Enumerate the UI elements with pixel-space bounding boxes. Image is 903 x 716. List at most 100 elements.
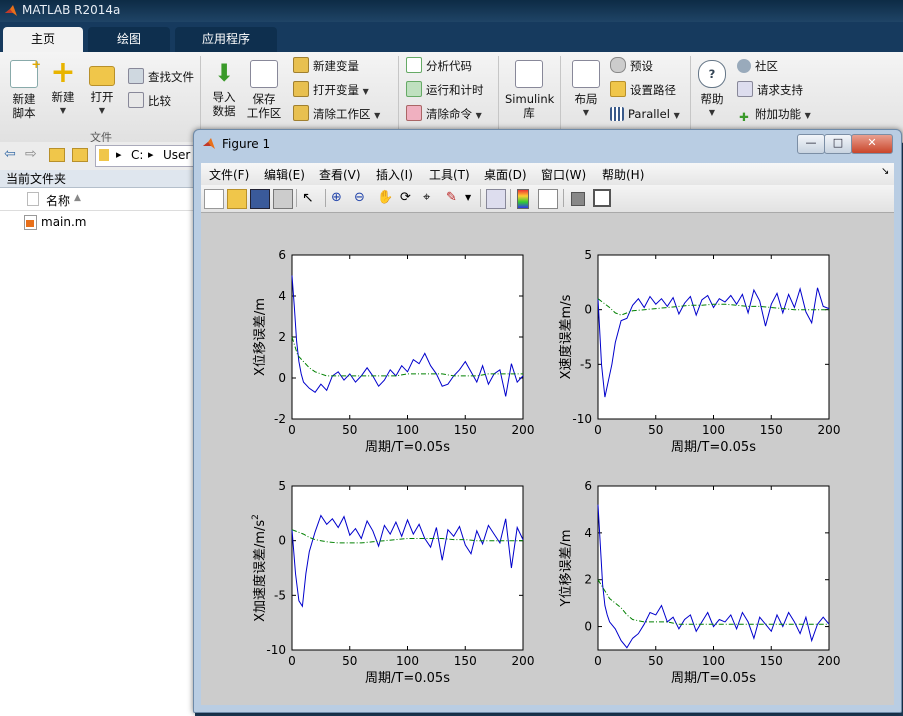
file-type-column[interactable] [27, 192, 39, 206]
path-drive[interactable]: C: [131, 148, 143, 162]
list-item[interactable]: main.m [0, 214, 195, 232]
save-workspace-button[interactable]: 保存 工作区 [244, 60, 284, 120]
y-tick-label: 0 [278, 534, 286, 548]
path-field[interactable]: ▸ C: ▸ User [95, 145, 197, 167]
new-button[interactable]: + 新建 ▼ [43, 55, 83, 118]
y-tick-label: 6 [278, 248, 286, 262]
clear-workspace-button[interactable]: 清除工作区 ▼ [293, 105, 380, 123]
x-tick-label: 100 [702, 423, 725, 437]
find-files-button[interactable]: 查找文件 [128, 68, 194, 86]
show-plot-tools-icon[interactable] [593, 189, 611, 207]
tab-apps[interactable]: 应用程序 [175, 27, 277, 52]
toolbar-separator [325, 189, 326, 207]
menu-tools[interactable]: 工具(T) [429, 166, 470, 183]
preferences-button[interactable]: 预设 [610, 57, 653, 75]
brush-icon[interactable]: ✎ [446, 189, 464, 207]
dropdown-arrow-icon: ▼ [804, 111, 811, 120]
analyze-code-button[interactable]: 分析代码 [406, 57, 472, 75]
open-file-icon[interactable] [227, 189, 247, 209]
dropdown-arrow-icon: ▼ [374, 111, 381, 120]
y-tick-label: 0 [584, 303, 592, 317]
zoom-in-icon[interactable]: ⊕ [331, 189, 349, 207]
parallel-button[interactable]: Parallel ▼ [610, 105, 680, 123]
y-tick-label: 0 [584, 620, 592, 634]
forward-arrow-icon[interactable]: ⇨ [25, 146, 37, 162]
pointer-icon[interactable]: ↖ [302, 189, 320, 207]
up-folder-icon[interactable] [49, 148, 65, 162]
save-icon[interactable] [250, 189, 270, 209]
help-button[interactable]: ? 帮助 ▼ [692, 60, 732, 120]
print-icon[interactable] [273, 189, 293, 209]
x-tick-label: 200 [818, 423, 841, 437]
pan-hand-icon[interactable]: ✋ [377, 189, 395, 207]
analyze-code-icon [406, 57, 422, 73]
x-tick-label: 0 [594, 423, 602, 437]
y-axis-label: X速度误差m/s [558, 294, 574, 379]
minimize-button[interactable]: — [797, 134, 825, 154]
dropdown-arrow-icon: ▼ [582, 108, 590, 117]
menu-file[interactable]: 文件(F) [209, 166, 249, 183]
y-axis-label: Y位移误差/m [559, 530, 574, 608]
y-tick-label: -2 [274, 412, 286, 426]
back-arrow-icon[interactable]: ⇦ [4, 146, 16, 162]
path-user[interactable]: User [163, 148, 190, 162]
menu-insert[interactable]: 插入(I) [376, 166, 413, 183]
rotate-3d-icon[interactable]: ⟳ [400, 189, 418, 207]
y-tick-label: -10 [572, 412, 592, 426]
addons-button[interactable]: ✚ 附加功能 ▼ [737, 105, 811, 124]
window-title: MATLAB R2014a [22, 3, 121, 17]
new-figure-icon[interactable] [204, 189, 224, 209]
folder-icon [610, 81, 626, 97]
dropdown-arrow-icon: ▼ [708, 108, 716, 117]
x-axis-label: 周期/T=0.05s [365, 671, 450, 686]
request-support-button[interactable]: 请求支持 [737, 81, 803, 99]
browse-folder-icon[interactable] [72, 148, 88, 162]
tab-plots[interactable]: 绘图 [88, 27, 170, 52]
name-column-header[interactable]: 名称 [46, 192, 70, 209]
x-tick-label: 200 [512, 654, 535, 668]
open-variable-button[interactable]: 打开变量 ▼ [293, 81, 369, 99]
dropdown-arrow-icon[interactable]: ▼ [465, 193, 471, 202]
y-tick-label: 4 [278, 289, 286, 303]
dropdown-arrow-icon: ▼ [59, 106, 67, 115]
plus-icon: + [50, 55, 76, 90]
x-tick-label: 150 [760, 654, 783, 668]
hide-plot-tools-icon[interactable] [571, 192, 585, 206]
ribbon-separator [498, 56, 499, 130]
folder-icon [99, 149, 109, 161]
subplot-3: 0 50 100 150 200 -10 -5 0 5 周期/T=0.05s X加速度误差/m/s2 [251, 479, 534, 686]
clear-commands-icon [406, 105, 422, 121]
close-button[interactable]: ✕ [851, 134, 893, 154]
tab-home[interactable]: 主页 [3, 27, 83, 52]
legend-icon[interactable] [538, 189, 558, 209]
data-cursor-icon[interactable]: ⌖ [423, 189, 441, 207]
help-icon: ? [698, 60, 726, 88]
clear-commands-button[interactable]: 清除命令 ▼ [406, 105, 482, 123]
run-time-button[interactable]: 运行和计时 [406, 81, 484, 99]
matlab-logo-icon [5, 5, 17, 16]
dock-arrow-icon[interactable]: ↘ [881, 166, 889, 177]
path-separator: ▸ [116, 148, 122, 161]
simulink-library-button[interactable]: Simulink 库 [505, 60, 554, 120]
menu-view[interactable]: 查看(V) [319, 166, 361, 183]
set-path-button[interactable]: 设置路径 [610, 81, 676, 99]
zoom-out-icon[interactable]: ⊖ [354, 189, 372, 207]
link-plot-icon[interactable] [486, 189, 506, 209]
colorbar-icon[interactable] [517, 189, 529, 209]
menu-desktop[interactable]: 桌面(D) [484, 166, 527, 183]
menu-window[interactable]: 窗口(W) [541, 166, 586, 183]
toolbar-separator [296, 189, 297, 207]
menu-edit[interactable]: 编辑(E) [264, 166, 305, 183]
maximize-button[interactable]: □ [824, 134, 852, 154]
import-data-button[interactable]: ⬇ 导入 数据 [204, 60, 244, 118]
x-tick-label: 0 [288, 423, 296, 437]
figure-titlebar: Figure 1 — □ ✕ [194, 130, 901, 158]
layout-button[interactable]: 布局 ▼ [566, 60, 606, 120]
community-button[interactable]: 社区 [737, 57, 778, 75]
menu-help[interactable]: 帮助(H) [602, 166, 644, 183]
new-variable-button[interactable]: 新建变量 [293, 57, 359, 75]
open-button[interactable]: 打开 ▼ [82, 60, 122, 118]
new-script-button[interactable]: + 新建 脚本 [4, 57, 44, 120]
file-name: main.m [41, 215, 87, 229]
compare-button[interactable]: 比较 [128, 92, 171, 110]
